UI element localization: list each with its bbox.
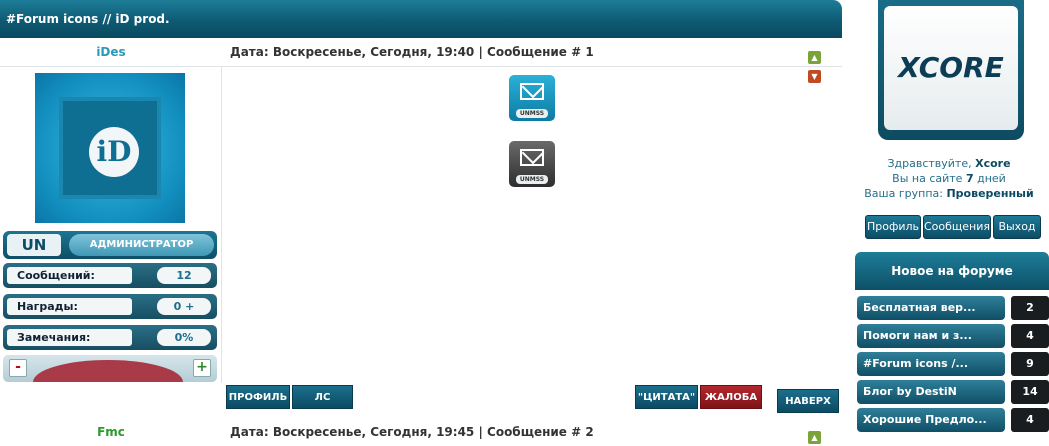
forum-item-title[interactable]: Хорошие Предло... xyxy=(857,408,1005,432)
forum-panel-title: Новое на форуме xyxy=(855,252,1049,290)
post-rating: ▲ ▼ xyxy=(808,45,836,83)
sidebar-messages-button[interactable]: Сообщения xyxy=(923,215,991,239)
forum-item-title[interactable]: Помоги нам и з... xyxy=(857,324,1005,348)
post-meta: Дата: Воскресенье, Сегодня, 19:45 | Сооб… xyxy=(230,425,594,439)
days-line: Вы на сайте 7 дней xyxy=(849,171,1049,186)
stat-value: 0% xyxy=(157,329,211,346)
sidebar-profile-button[interactable]: Профиль xyxy=(865,215,921,239)
rank-bar: UN АДМИНИСТРАТОР xyxy=(3,231,217,259)
reputation-plus-button[interactable]: + xyxy=(193,359,211,377)
forum-item-title[interactable]: Блог by DestiN xyxy=(857,380,1005,404)
forum-item[interactable]: #Forum icons /... 9 xyxy=(857,352,1049,376)
reputation-minus-button[interactable]: - xyxy=(9,359,27,377)
greeting-line: Здравствуйте, Xcore xyxy=(849,156,1049,171)
greeting-text: Здравствуйте, xyxy=(887,157,972,170)
post-header: Fmc Дата: Воскресенье, Сегодня, 19:45 | … xyxy=(0,418,842,446)
thumbs-up-icon[interactable]: ▲ xyxy=(808,431,821,444)
rank-badge: UN xyxy=(7,234,61,256)
profile-button[interactable]: ПРОФИЛЬ xyxy=(226,385,290,409)
author-panel: iD UN АДМИНИСТРАТОР Сообщений: 12 Наград… xyxy=(0,67,222,383)
stat-awards: Награды: 0 + xyxy=(3,294,217,319)
report-button[interactable]: ЖАЛОБА xyxy=(700,385,762,409)
forum-item-count: 2 xyxy=(1011,296,1049,320)
stat-label: Награды: xyxy=(7,298,132,315)
site-logo[interactable]: XCORE xyxy=(884,6,1018,130)
icon-tag: UNMSS xyxy=(516,175,548,184)
forum-item-count: 14 xyxy=(1011,380,1049,404)
welcome-block: Здравствуйте, Xcore Вы на сайте 7 дней В… xyxy=(849,156,1049,201)
stat-warnings: Замечания: 0% xyxy=(3,325,217,350)
post-body: UNMSS UNMSS xyxy=(223,67,842,383)
envelope-icon xyxy=(520,149,544,166)
stat-posts: Сообщений: 12 xyxy=(3,263,217,288)
right-sidebar: XCORE Здравствуйте, Xcore Вы на сайте 7 … xyxy=(849,0,1049,446)
forum-item[interactable]: Бесплатная вер... 2 xyxy=(857,296,1049,320)
back-to-top-button[interactable]: НАВЕРХ xyxy=(777,389,839,413)
avatar: iD xyxy=(35,73,185,223)
days-suffix: дней xyxy=(977,172,1006,185)
post-author[interactable]: Fmc xyxy=(0,418,222,446)
forum-item-title[interactable]: Бесплатная вер... xyxy=(857,296,1005,320)
post-rating: ▲ ▼ xyxy=(808,425,836,444)
post-meta: Дата: Воскресенье, Сегодня, 19:40 | Сооб… xyxy=(230,45,594,59)
group-name: Проверенный xyxy=(946,187,1034,200)
envelope-icon xyxy=(520,83,544,100)
stat-label: Замечания: xyxy=(7,329,132,346)
user-role: АДМИНИСТРАТОР xyxy=(69,234,214,256)
thumbs-up-icon[interactable]: ▲ xyxy=(808,51,821,64)
forum-page: #Forum icons // iD prod. iDes Дата: Воск… xyxy=(0,0,1049,446)
avatar-frame: iD xyxy=(59,97,161,199)
thread-title: #Forum icons // iD prod. xyxy=(0,0,842,38)
days-prefix: Вы на сайте xyxy=(892,172,963,185)
stat-value[interactable]: 0 + xyxy=(157,298,211,315)
mail-icon: UNMSS xyxy=(509,141,555,187)
avatar-logo: iD xyxy=(89,127,139,177)
pm-button[interactable]: ЛС xyxy=(292,385,353,409)
username[interactable]: Xcore xyxy=(975,157,1010,170)
forum-item[interactable]: Хорошие Предло... 4 xyxy=(857,408,1049,432)
forum-item-count: 4 xyxy=(1011,324,1049,348)
forum-item-title[interactable]: #Forum icons /... xyxy=(857,352,1005,376)
reputation-wave xyxy=(33,360,183,382)
group-prefix: Ваша группа: xyxy=(864,187,943,200)
user-buttons: Профиль Сообщения Выход xyxy=(865,215,1041,239)
quote-button[interactable]: "ЦИТАТА" xyxy=(635,385,698,409)
site-logo-card: XCORE xyxy=(878,0,1024,140)
forum-item[interactable]: Помоги нам и з... 4 xyxy=(857,324,1049,348)
days-count: 7 xyxy=(965,172,974,185)
forum-item-count: 9 xyxy=(1011,352,1049,376)
post-author[interactable]: iDes xyxy=(0,38,222,66)
post-actions: ПРОФИЛЬ ЛС "ЦИТАТА" ЖАЛОБА НАВЕРХ xyxy=(223,385,842,415)
group-line: Ваша группа: Проверенный xyxy=(849,186,1049,201)
stat-value: 12 xyxy=(157,267,211,284)
forum-item-count: 4 xyxy=(1011,408,1049,432)
mail-icon: UNMSS xyxy=(509,75,555,121)
stat-label: Сообщений: xyxy=(7,267,132,284)
icon-tag: UNMSS xyxy=(516,109,548,118)
post-header: iDes Дата: Воскресенье, Сегодня, 19:40 |… xyxy=(0,38,842,83)
logout-button[interactable]: Выход xyxy=(993,215,1041,239)
forum-item[interactable]: Блог by DestiN 14 xyxy=(857,380,1049,404)
reputation-bar: - + xyxy=(3,355,217,382)
